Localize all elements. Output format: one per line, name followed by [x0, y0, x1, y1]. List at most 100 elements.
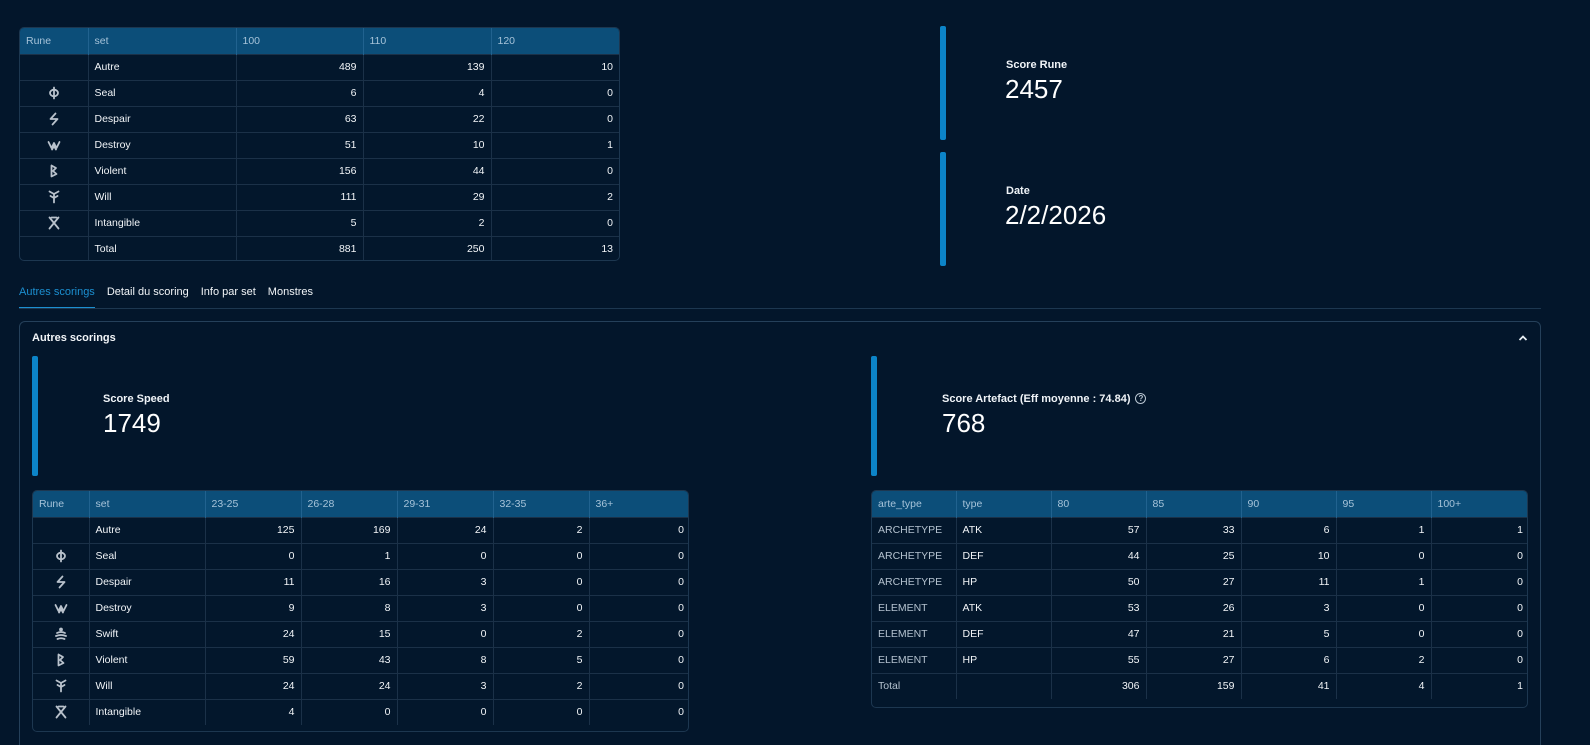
- column-header[interactable]: Rune: [20, 28, 89, 54]
- rune-despair-icon: [49, 112, 59, 126]
- column-header[interactable]: 23-25: [205, 491, 302, 517]
- rune-icon-cell: [20, 183, 89, 210]
- rune-icon-cell: [33, 594, 90, 621]
- rune-despair-icon: [56, 575, 66, 589]
- tab-autres-scorings[interactable]: Autres scorings: [19, 279, 95, 309]
- table-row: Destroy 51 10 1: [20, 131, 619, 158]
- value-cell: 8: [301, 594, 398, 621]
- help-icon[interactable]: ?: [1135, 393, 1147, 404]
- rune-icon-cell: [33, 568, 90, 595]
- value-cell: 10: [363, 131, 492, 158]
- column-header[interactable]: 29-31: [397, 491, 494, 517]
- value-cell: 0: [589, 516, 688, 543]
- column-header[interactable]: type: [956, 491, 1052, 517]
- value-cell: 489: [236, 53, 364, 80]
- column-header[interactable]: 26-28: [301, 491, 398, 517]
- value-cell: 0: [589, 542, 688, 569]
- value-cell: 27: [1146, 568, 1242, 595]
- set-cell: Seal: [88, 79, 237, 106]
- value-cell: 27: [1146, 646, 1242, 673]
- chevron-up-icon[interactable]: [1518, 333, 1528, 343]
- value-cell: 10: [491, 53, 619, 80]
- column-header[interactable]: arte_type: [872, 491, 957, 517]
- value-cell: 169: [301, 516, 398, 543]
- column-header[interactable]: 95: [1336, 491, 1432, 517]
- arte-type-cell: ELEMENT: [872, 646, 957, 673]
- value-cell: 53: [1051, 594, 1147, 621]
- rune-icon-cell: [20, 79, 89, 106]
- value-cell: 4: [1336, 672, 1432, 699]
- value-cell: 1: [1431, 672, 1527, 699]
- value-cell: 2: [493, 620, 590, 647]
- artefact-score-table: arte_type type 80 85 90 95 100+ ARCHETYPE ATK 57…: [871, 490, 1528, 708]
- tab-detail-du-scoring[interactable]: Detail du scoring: [107, 279, 189, 309]
- rune-icon-cell: [20, 209, 89, 236]
- score-speed-bar: [32, 356, 38, 476]
- table-row: Autre 489 139 10: [20, 53, 619, 80]
- table-row: Will 111 29 2: [20, 183, 619, 210]
- value-cell: 21: [1146, 620, 1242, 647]
- tab-monstres[interactable]: Monstres: [268, 279, 313, 309]
- column-header[interactable]: 100+: [1431, 491, 1527, 517]
- column-header[interactable]: set: [89, 491, 206, 517]
- column-header[interactable]: 36+: [589, 491, 688, 517]
- panel-title[interactable]: Autres scorings: [32, 332, 116, 344]
- rune-destroy-icon: [47, 141, 61, 151]
- set-cell: Violent: [89, 646, 206, 673]
- rune-score-table: Rune set 100 110 120 Autre 489 139 10 Seal 6 4 0 Des…: [19, 27, 620, 261]
- column-header[interactable]: 90: [1241, 491, 1337, 517]
- table-row: Swift 24 15 0 2 0: [33, 620, 688, 647]
- column-header[interactable]: 120: [491, 28, 619, 54]
- column-header[interactable]: 110: [363, 28, 492, 54]
- rune-icon-cell: [20, 131, 89, 158]
- set-cell: Destroy: [89, 594, 206, 621]
- type-cell: HP: [956, 568, 1052, 595]
- value-cell: 57: [1051, 516, 1147, 543]
- arte-type-cell: ARCHETYPE: [872, 568, 957, 595]
- value-cell: 0: [491, 105, 619, 132]
- value-cell: 0: [493, 594, 590, 621]
- rune-icon-cell: [33, 646, 90, 673]
- value-cell: 0: [493, 568, 590, 595]
- value-cell: 8: [397, 646, 494, 673]
- value-cell: 0: [1431, 646, 1527, 673]
- arte-type-cell: ARCHETYPE: [872, 516, 957, 543]
- column-header[interactable]: 85: [1146, 491, 1242, 517]
- value-cell: 26: [1146, 594, 1242, 621]
- value-cell: 0: [589, 646, 688, 673]
- speed-score-table: Rune set 23-25 26-28 29-31 32-35 36+ Autre 125 1…: [32, 490, 689, 732]
- value-cell: 159: [1146, 672, 1242, 699]
- score-speed-label: Score Speed: [103, 393, 170, 405]
- value-cell: 0: [205, 542, 302, 569]
- value-cell: 2: [493, 672, 590, 699]
- tab-divider: [19, 308, 1541, 309]
- rune-icon-cell: [33, 672, 90, 699]
- table-row: ARCHETYPE DEF 44 25 10 0 0: [872, 542, 1527, 569]
- value-cell: 22: [363, 105, 492, 132]
- table-row: Autre 125 169 24 2 0: [33, 516, 688, 543]
- table-row: Violent 59 43 8 5 0: [33, 646, 688, 673]
- value-cell: 4: [363, 79, 492, 106]
- tab-info-par-set[interactable]: Info par set: [201, 279, 256, 309]
- table-header-row: arte_type type 80 85 90 95 100+: [872, 491, 1527, 517]
- type-cell: HP: [956, 646, 1052, 673]
- score-rune-value: 2457: [1005, 74, 1063, 104]
- set-cell: Intangible: [88, 209, 237, 236]
- value-cell: 0: [301, 698, 398, 725]
- column-header[interactable]: set: [88, 28, 237, 54]
- date-label: Date: [1006, 185, 1030, 197]
- rune-icon-cell: [33, 698, 90, 725]
- value-cell: 3: [397, 672, 494, 699]
- value-cell: 5: [236, 209, 364, 236]
- column-header[interactable]: 80: [1051, 491, 1147, 517]
- column-header[interactable]: 100: [236, 28, 364, 54]
- column-header[interactable]: Rune: [33, 491, 90, 517]
- value-cell: 0: [589, 698, 688, 725]
- value-cell: 24: [397, 516, 494, 543]
- set-cell: Seal: [89, 542, 206, 569]
- table-row: Will 24 24 3 2 0: [33, 672, 688, 699]
- table-row: ARCHETYPE HP 50 27 11 1 0: [872, 568, 1527, 595]
- value-cell: 2: [493, 516, 590, 543]
- column-header[interactable]: 32-35: [493, 491, 590, 517]
- value-cell: 0: [491, 157, 619, 184]
